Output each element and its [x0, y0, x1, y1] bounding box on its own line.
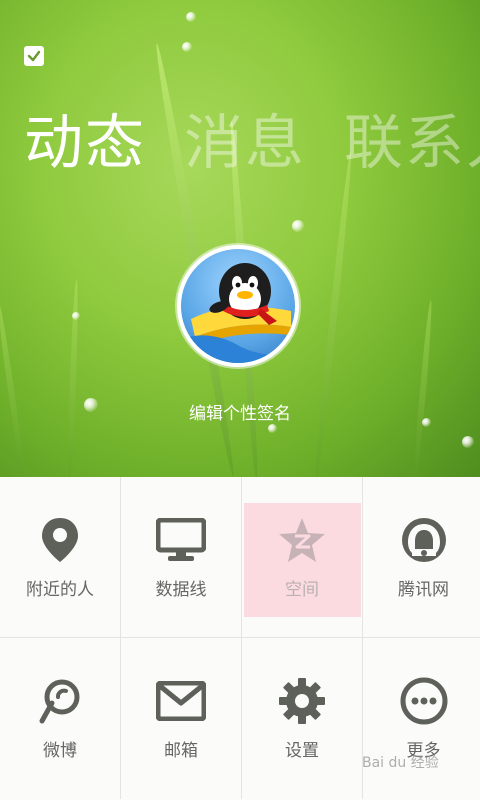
tab-bar: 动态消息联系人: [24, 108, 480, 178]
avatar[interactable]: [177, 245, 299, 367]
grass-blade: [312, 150, 355, 477]
grid-item-tencent-news[interactable]: 腾讯网: [363, 477, 480, 638]
signature-placeholder[interactable]: 编辑个性签名: [0, 399, 480, 424]
grid-item-label: 微博: [43, 741, 77, 761]
gear-icon: [277, 676, 327, 726]
grid-item-settings[interactable]: 设置: [242, 638, 363, 799]
water-drop: [186, 12, 196, 22]
tencent-bell-icon: [399, 515, 449, 565]
grid-item-label: 邮箱: [164, 741, 198, 761]
water-drop: [182, 42, 192, 52]
grid-item-qzone[interactable]: 空间: [242, 477, 363, 638]
water-drop: [462, 436, 474, 448]
grid-item-more[interactable]: 更多: [363, 638, 480, 799]
grid-item-weibo[interactable]: 微博: [0, 638, 121, 799]
grid-item-label: 数据线: [155, 579, 207, 600]
penguin-avatar-icon: [181, 263, 295, 363]
grass-blade: [0, 300, 27, 477]
water-drop: [72, 312, 80, 320]
grid-item-nearby[interactable]: 附近的人: [0, 477, 121, 638]
tab-contacts[interactable]: 联系人: [344, 108, 480, 178]
watermark: Bai du 经验: [362, 755, 439, 771]
mail-icon: [156, 676, 206, 726]
select-checkbox[interactable]: [24, 46, 44, 66]
water-drop: [292, 220, 304, 232]
tab-feed[interactable]: 动态: [24, 108, 146, 178]
water-drop: [268, 424, 277, 433]
grid-item-label: 空间: [285, 579, 319, 600]
header-background: 动态消息联系人: [0, 0, 480, 477]
check-icon: [27, 50, 41, 62]
grid-item-label: 附近的人: [26, 579, 94, 600]
grid-item-mail[interactable]: 邮箱: [121, 638, 242, 799]
more-dots-icon: [399, 676, 449, 726]
grass-blade: [66, 279, 80, 477]
grid-item-data-cable[interactable]: 数据线: [121, 477, 242, 638]
weibo-icon: [35, 676, 85, 726]
qzone-star-icon: [277, 515, 327, 565]
monitor-icon: [156, 515, 206, 565]
tab-messages[interactable]: 消息: [184, 108, 306, 178]
grid-item-label: 腾讯网: [398, 579, 449, 600]
location-pin-icon: [35, 515, 85, 565]
grass-blade: [412, 300, 434, 477]
grid-item-label: 设置: [285, 741, 319, 761]
